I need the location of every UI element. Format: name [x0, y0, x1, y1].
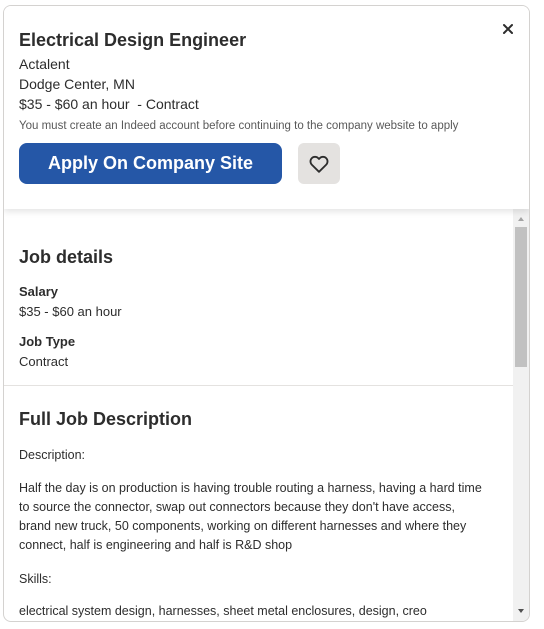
scroll-down-button[interactable]	[513, 603, 529, 619]
job-detail-panel: Electrical Design Engineer Actalent Dodg…	[3, 5, 530, 622]
save-job-button[interactable]	[298, 143, 340, 184]
scrollbar-thumb[interactable]	[515, 227, 527, 367]
full-job-description-heading: Full Job Description	[19, 409, 193, 429]
job-type-value: Contract	[19, 354, 69, 369]
triangle-up-icon	[518, 217, 524, 221]
job-type-label: Job Type	[19, 334, 76, 349]
description-paragraph: Half the day is on production is having …	[19, 481, 482, 552]
apply-on-company-site-button[interactable]: Apply On Company Site	[19, 143, 282, 184]
section-divider	[4, 385, 513, 386]
vertical-scrollbar[interactable]	[513, 209, 529, 621]
description-label: Description:	[19, 448, 85, 462]
pay-and-type: $35 - $60 an hour - Contract	[19, 96, 199, 112]
company-name[interactable]: Actalent	[19, 56, 70, 72]
heart-icon	[309, 155, 329, 173]
job-body-scroll-area[interactable]: Job details Salary $35 - $60 an hour Job…	[4, 209, 513, 621]
job-details-heading: Job details	[19, 247, 114, 267]
account-notice: You must create an Indeed account before…	[19, 120, 459, 132]
skills-label: Skills:	[19, 572, 52, 586]
salary-value: $35 - $60 an hour	[19, 304, 122, 319]
scroll-up-button[interactable]	[513, 211, 529, 227]
job-location: Dodge Center, MN	[19, 76, 135, 92]
job-header: Electrical Design Engineer Actalent Dodg…	[4, 6, 529, 209]
skills-list: electrical system design, harnesses, she…	[19, 604, 427, 618]
close-button[interactable]	[501, 22, 515, 36]
job-title: Electrical Design Engineer	[19, 30, 247, 50]
triangle-down-icon	[518, 609, 524, 613]
salary-label: Salary	[19, 284, 59, 299]
close-icon	[503, 24, 513, 34]
